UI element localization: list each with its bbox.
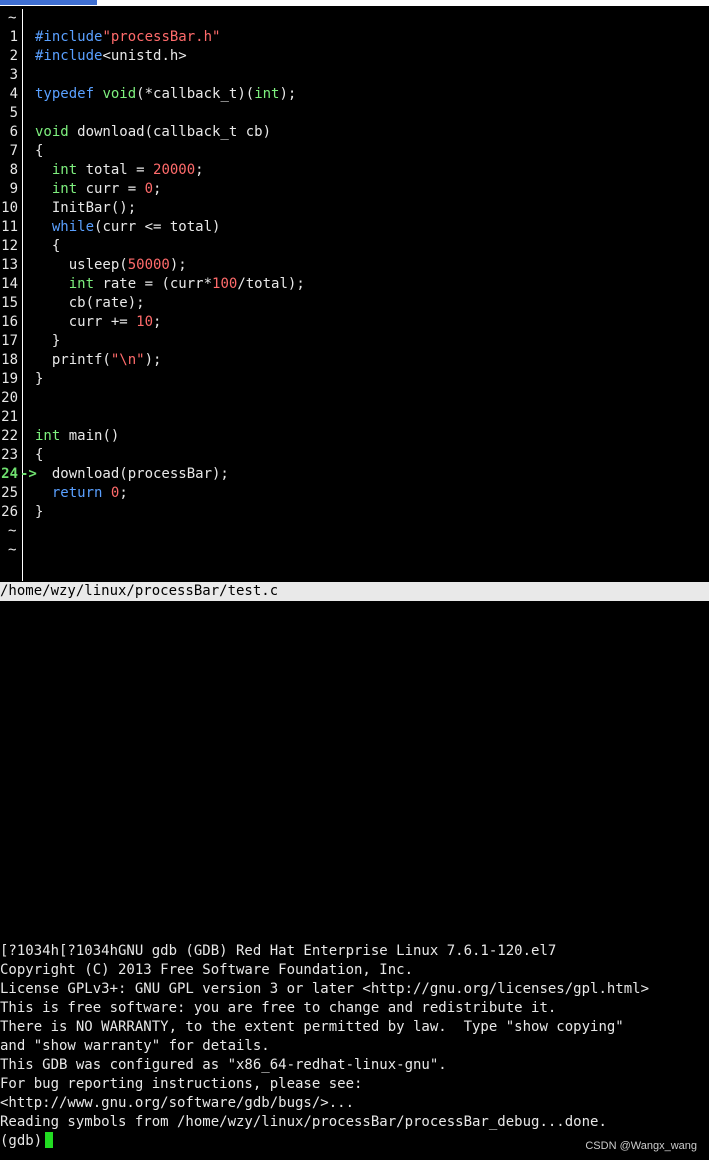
line-number: 17 <box>1 333 18 349</box>
source-line[interactable]: 13 usleep(50000); <box>0 256 709 275</box>
gdb-output-line: Reading symbols from /home/wzy/linux/pro… <box>0 1114 607 1130</box>
line-code: int curr = 0; <box>51 181 162 197</box>
source-line[interactable]: 6 void download(callback_t cb) <box>0 123 709 142</box>
line-code: { <box>35 238 61 254</box>
line-code: { <box>35 143 44 159</box>
line-number: 10 <box>1 200 18 216</box>
text-cursor <box>45 1132 54 1148</box>
empty-line-tilde: ~ <box>8 10 17 26</box>
source-line[interactable]: 25 return 0; <box>0 484 709 503</box>
source-line[interactable]: 15 cb(rate); <box>0 294 709 313</box>
line-number: 9 <box>9 181 18 197</box>
empty-line-tilde: ~ <box>8 542 17 558</box>
line-number: 15 <box>1 295 18 311</box>
source-line[interactable]: 14 int rate = (curr*100/total); <box>0 275 709 294</box>
line-code: return 0; <box>51 485 128 501</box>
source-line[interactable]: 8 int total = 20000; <box>0 161 709 180</box>
gdb-output-line: Copyright (C) 2013 Free Software Foundat… <box>0 962 414 978</box>
line-code: } <box>35 371 44 387</box>
gdb-output-line: There is NO WARRANTY, to the extent perm… <box>0 1019 624 1035</box>
source-line[interactable]: 26} <box>0 503 709 522</box>
source-line[interactable]: 12 { <box>0 237 709 256</box>
gdb-prompt: (gdb) <box>0 1133 43 1149</box>
source-line[interactable]: 17 } <box>0 332 709 351</box>
line-code: #include"processBar.h" <box>35 29 221 45</box>
line-number: 18 <box>1 352 18 368</box>
line-number: 12 <box>1 238 18 254</box>
line-code: while(curr <= total) <box>51 219 221 235</box>
line-number: 19 <box>1 371 18 387</box>
source-line[interactable]: 21 <box>0 408 709 427</box>
gdb-output-line: <http://www.gnu.org/software/gdb/bugs/>.… <box>0 1095 355 1111</box>
source-line[interactable]: 11 while(curr <= total) <box>0 218 709 237</box>
watermark: CSDN @Wangx_wang <box>585 1140 697 1152</box>
gdb-output-line: License GPLv3+: GNU GPL version 3 or lat… <box>0 981 650 997</box>
line-code: usleep(50000); <box>35 257 187 273</box>
source-line[interactable]: 18 printf("\n"); <box>0 351 709 370</box>
line-code: } <box>35 504 44 520</box>
line-code: cb(rate); <box>35 295 145 311</box>
line-code: #include<unistd.h> <box>35 48 187 64</box>
line-code: typedef void(*callback_t)(int); <box>35 86 297 102</box>
source-line[interactable]: 9 int curr = 0; <box>0 180 709 199</box>
source-line[interactable]: 3 <box>0 66 709 85</box>
line-number: 11 <box>1 219 18 235</box>
line-number: 26 <box>1 504 18 520</box>
line-code: InitBar(); <box>35 200 137 216</box>
line-code: int main() <box>35 428 120 444</box>
source-line[interactable]: 19} <box>0 370 709 389</box>
line-number: 21 <box>1 409 18 425</box>
line-code: } <box>35 333 61 349</box>
line-number: 20 <box>1 390 18 406</box>
gdb-output-line: and "show warranty" for details. <box>0 1038 270 1054</box>
source-line[interactable]: 20 <box>0 389 709 408</box>
gdb-output-line: This GDB was configured as "x86_64-redha… <box>0 1057 447 1073</box>
gdb-console[interactable]: [?1034h[?1034hGNU gdb (GDB) Red Hat Ente… <box>0 942 709 1151</box>
line-number: 13 <box>1 257 18 273</box>
line-number: 22 <box>1 428 18 444</box>
line-number: 3 <box>9 67 18 83</box>
source-line[interactable]: 22 int main() <box>0 427 709 446</box>
line-code: printf("\n"); <box>35 352 162 368</box>
line-number: 2 <box>9 48 18 64</box>
line-number: 7 <box>9 143 18 159</box>
line-code: download(processBar); <box>35 466 229 482</box>
active-tab[interactable] <box>0 0 97 5</box>
line-number: 1 <box>9 29 18 45</box>
source-line[interactable]: 23 { <box>0 446 709 465</box>
line-code: { <box>35 447 44 463</box>
gdb-output-line: For bug reporting instructions, please s… <box>0 1076 363 1092</box>
line-number: 8 <box>9 162 18 178</box>
source-line[interactable]: 2 #include<unistd.h> <box>0 47 709 66</box>
line-number: 25 <box>1 485 18 501</box>
source-line[interactable]: 16 curr += 10; <box>0 313 709 332</box>
source-pane[interactable]: ~1 #include"processBar.h" 2 #include<unistd… <box>0 9 709 581</box>
source-file-status-bar: /home/wzy/linux/processBar/test.c <box>0 582 709 601</box>
line-code: int total = 20000; <box>51 162 204 178</box>
line-number: 24 <box>1 466 18 482</box>
gdb-output-line: [?1034h[?1034hGNU gdb (GDB) Red Hat Ente… <box>0 943 557 959</box>
source-line[interactable]: 7{ <box>0 142 709 161</box>
line-number: 6 <box>9 124 18 140</box>
line-code: int rate = (curr*100/total); <box>68 276 305 292</box>
line-number: 16 <box>1 314 18 330</box>
window-tab-bar <box>0 0 709 6</box>
gdb-output-line: This is free software: you are free to c… <box>0 1000 557 1016</box>
line-number: 4 <box>9 86 18 102</box>
line-code: curr += 10; <box>35 314 162 330</box>
source-line[interactable]: 4 typedef void(*callback_t)(int); <box>0 85 709 104</box>
empty-line-tilde: ~ <box>8 523 17 539</box>
source-line[interactable]: 5 <box>0 104 709 123</box>
source-line[interactable]: 10 InitBar(); <box>0 199 709 218</box>
tab-strip <box>117 0 709 5</box>
line-number: 14 <box>1 276 18 292</box>
source-line[interactable]: 1 #include"processBar.h" <box>0 28 709 47</box>
line-number: 5 <box>9 105 18 121</box>
line-code: void download(callback_t cb) <box>35 124 272 140</box>
source-line[interactable]: 24 -> download(processBar); <box>0 465 709 484</box>
line-number: 23 <box>1 447 18 463</box>
